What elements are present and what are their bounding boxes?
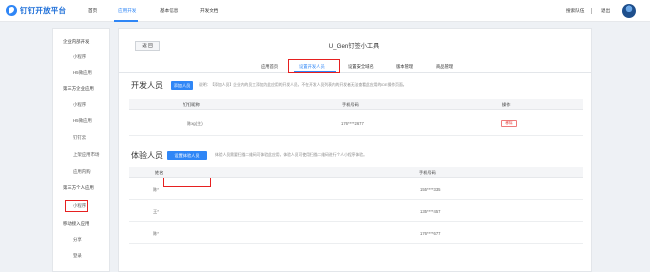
dingtalk-logo-icon <box>6 5 17 16</box>
experience-user-name: 王* <box>153 209 159 214</box>
tab-set-domains[interactable]: 设置安全域名 <box>348 64 374 70</box>
sidebar-item-corp-h5[interactable]: H5微应用 <box>73 118 92 124</box>
tabs-divider <box>119 72 591 73</box>
sidebar-item-dingtalk-cloud[interactable]: 钉钉云 <box>73 135 86 141</box>
tab-products[interactable]: 商品管理 <box>436 64 453 70</box>
add-developer-button[interactable]: 添加人员 <box>171 81 193 90</box>
column-header-action: 操作 <box>502 102 511 107</box>
sidebar: 企业内部开发 小程序 H5微应用 第三方企业应用 小程序 H5微应用 钉钉云 上… <box>52 28 110 272</box>
developer-phone: 176****2677 <box>341 121 364 126</box>
brand-name: 钉钉开放平台 <box>20 6 67 15</box>
developers-table-header: 钉钉昵称 手机号码 操作 <box>129 99 583 110</box>
sidebar-item-internal-miniapp[interactable]: 小程序 <box>73 54 86 60</box>
brand-logo[interactable]: 钉钉开放平台 <box>6 5 66 16</box>
experience-user-phone: 176****677 <box>420 231 441 236</box>
table-row: 陈* 155****335 <box>129 178 583 200</box>
avatar[interactable] <box>622 4 636 18</box>
sidebar-group-mobile: 移动接入应用 <box>63 221 90 226</box>
sidebar-item-market[interactable]: 上架应用市场 <box>73 152 99 158</box>
set-experience-users-button[interactable]: 设置体验人员 <box>167 151 207 160</box>
experience-note: 体验人员需要扫描二维码可体验此应用，体验人员可使用扫描二维码进行个人小程序体验。 <box>215 153 367 157</box>
sidebar-item-inapp-purchase[interactable]: 应用内购 <box>73 169 91 175</box>
page-title: U_Gen钉签小工具 <box>328 43 380 50</box>
experience-section-title: 体验人员 <box>131 151 163 160</box>
experience-user-phone: 155****335 <box>420 187 441 192</box>
highlight-box-tab <box>288 59 340 73</box>
back-button[interactable]: 返 回 <box>135 41 160 51</box>
sidebar-group-thirdparty-personal: 第三方个人应用 <box>63 185 94 190</box>
sidebar-item-share[interactable]: 分享 <box>73 237 82 243</box>
highlight-box-sidebar <box>65 200 88 212</box>
column-header-nickname: 钉钉昵称 <box>183 102 200 107</box>
logout-link[interactable]: 退出 <box>601 8 610 14</box>
column-header-phone: 手机号码 <box>342 102 359 107</box>
column-header-phone: 手机号码 <box>419 170 436 175</box>
table-row: 陈* 176****677 <box>129 222 583 244</box>
experience-table-header: 姓名 手机号码 <box>129 167 583 178</box>
sidebar-group-thirdparty-corp: 第三方企业应用 <box>63 86 94 91</box>
nav-dev-docs[interactable]: 开发文档 <box>200 8 218 14</box>
divider <box>591 8 592 14</box>
nav-basic-info[interactable]: 基本信息 <box>160 8 178 14</box>
nav-app-dev[interactable]: 应用开发 <box>118 8 136 14</box>
developer-name: 陈xg(主) <box>187 121 203 126</box>
sidebar-item-internal-h5[interactable]: H5微应用 <box>73 70 92 76</box>
experience-user-name: 陈* <box>153 187 159 192</box>
org-switcher[interactable]: 搜索队伍 <box>566 8 584 14</box>
table-row: 陈xg(主) 176****2677 移除 <box>129 110 583 136</box>
remove-developer-button[interactable]: 移除 <box>501 120 517 127</box>
nav-active-indicator <box>114 20 138 22</box>
sidebar-item-login[interactable]: 登录 <box>73 253 82 259</box>
experience-user-phone: 135****457 <box>420 209 441 214</box>
developers-note: 说明：【添加人员】企业内的员工添加为此应用的开发人员，不在开发人员列表内的开发者… <box>199 83 407 87</box>
tab-app-home[interactable]: 应用首页 <box>261 64 278 70</box>
experience-user-name: 陈* <box>153 231 159 236</box>
sidebar-item-corp-miniapp[interactable]: 小程序 <box>73 102 86 108</box>
main-panel: 返 回 U_Gen钉签小工具 应用首页 设置开发人员 设置安全域名 版本管理 商… <box>118 28 592 272</box>
table-row: 王* 135****457 <box>129 200 583 222</box>
top-nav-bar: 钉钉开放平台 首页 应用开发 基本信息 开发文档 搜索队伍 退出 <box>0 0 650 22</box>
sidebar-group-internal: 企业内部开发 <box>63 39 90 44</box>
column-header-name: 姓名 <box>155 170 164 175</box>
developers-section-title: 开发人员 <box>131 81 163 90</box>
tab-versions[interactable]: 版本管理 <box>396 64 413 70</box>
nav-home[interactable]: 首页 <box>88 8 97 14</box>
